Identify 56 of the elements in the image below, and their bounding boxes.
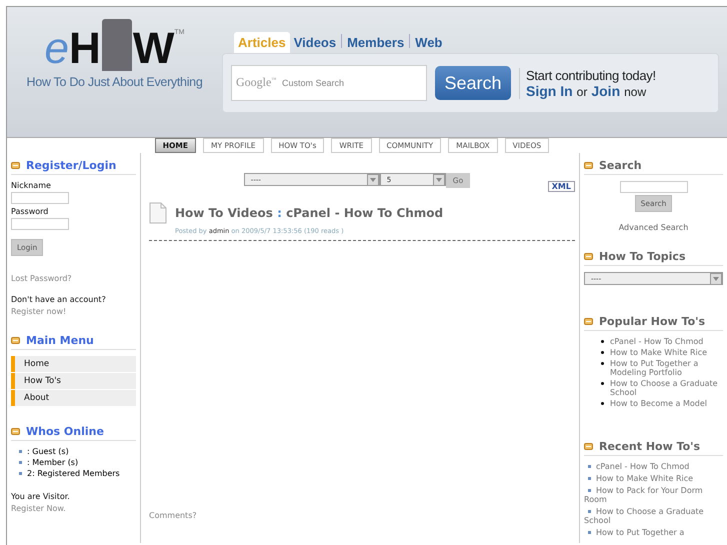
menu-item[interactable]: Home bbox=[11, 356, 136, 372]
join-link[interactable]: Join bbox=[591, 82, 620, 98]
visitor-text: You are Visitor. bbox=[11, 492, 71, 501]
article-title: How To Videos : cPanel - How To Chmod bbox=[175, 206, 444, 220]
lost-password-link[interactable]: Lost Password? bbox=[11, 274, 136, 283]
nickname-field[interactable] bbox=[11, 192, 69, 204]
popular-link[interactable]: How to Become a Model bbox=[600, 399, 723, 408]
account-prompt: Don't have an account? bbox=[11, 295, 107, 304]
advanced-search-link[interactable]: Advanced Search bbox=[618, 223, 688, 232]
section-title: Whos Online bbox=[26, 425, 104, 438]
comments-label: Comments? bbox=[149, 511, 198, 520]
search-tab[interactable]: Members bbox=[343, 32, 408, 53]
bullet-icon bbox=[11, 162, 20, 169]
menu-item[interactable]: About bbox=[11, 390, 136, 406]
field-label: Nickname bbox=[11, 181, 52, 190]
xml-feed-link[interactable]: XML bbox=[548, 181, 575, 192]
bullet-icon bbox=[11, 337, 20, 344]
recent-link[interactable]: How to Make White Rice bbox=[584, 474, 723, 483]
search-field[interactable] bbox=[620, 181, 688, 193]
register-link[interactable]: Register now! bbox=[11, 307, 136, 316]
section-title: Register/Login bbox=[26, 159, 116, 172]
search-tab[interactable]: Videos bbox=[290, 32, 340, 53]
google-logo: Google$^{™}$ bbox=[236, 75, 276, 90]
sign-in-link[interactable]: Sign In bbox=[526, 82, 573, 98]
popular-link[interactable]: cPanel - How To Chmod bbox=[600, 337, 723, 346]
bullet-icon bbox=[584, 318, 593, 325]
popular-link[interactable]: How to Choose a Graduate School bbox=[600, 379, 723, 397]
register-link[interactable]: Register Now. bbox=[11, 504, 136, 513]
online-stat: : Guest (s) bbox=[17, 447, 136, 456]
popular-link[interactable]: How to Make White Rice bbox=[600, 348, 723, 357]
section-title: Main Menu bbox=[26, 334, 94, 347]
recent-link[interactable]: How to Put Together a bbox=[584, 528, 723, 537]
section-title: Search bbox=[599, 159, 642, 172]
online-stat: 2: Registered Members bbox=[17, 469, 136, 478]
section-title: How To Topics bbox=[599, 250, 686, 263]
document-icon bbox=[149, 202, 167, 224]
promo-text: now bbox=[624, 84, 646, 98]
password-field[interactable] bbox=[11, 218, 69, 230]
recent-link[interactable]: How to Pack for Your Dorm Room bbox=[584, 486, 723, 504]
search-button[interactable]: Search bbox=[435, 66, 511, 100]
popular-link[interactable]: How to Put Together a Modeling Portfolio bbox=[600, 359, 723, 377]
promo-text: Start contributing today! bbox=[526, 68, 656, 82]
promo-text: or bbox=[576, 84, 588, 98]
bullet-icon bbox=[584, 162, 593, 169]
recent-link[interactable]: cPanel - How To Chmod bbox=[584, 462, 723, 471]
bullet-icon bbox=[584, 253, 593, 260]
recent-link[interactable]: How to Choose a Graduate School bbox=[584, 507, 723, 525]
menu-item[interactable]: How To's bbox=[11, 373, 136, 389]
section-title: Recent How To's bbox=[599, 440, 700, 453]
section-title: Popular How To's bbox=[599, 315, 706, 328]
search-tab[interactable]: Web bbox=[411, 32, 446, 53]
tagline: How To Do Just About Everything bbox=[26, 75, 202, 89]
online-stat: : Member (s) bbox=[17, 458, 136, 467]
bullet-icon bbox=[584, 443, 593, 450]
bullet-icon bbox=[11, 428, 20, 435]
field-label: Password bbox=[11, 207, 50, 216]
